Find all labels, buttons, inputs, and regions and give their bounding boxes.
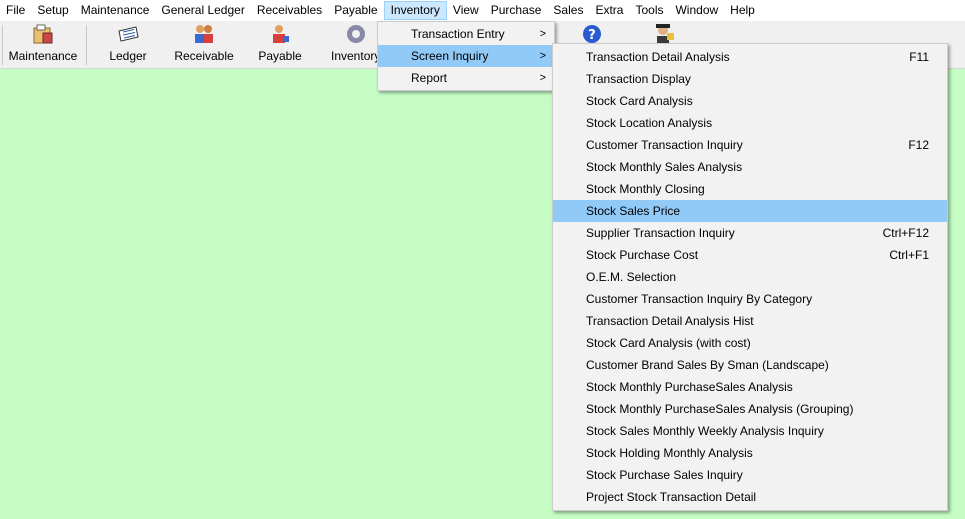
help-icon: ? xyxy=(580,23,604,45)
menu-item-stock-monthly-purchasesales-analysis[interactable]: Stock Monthly PurchaseSales Analysis xyxy=(553,376,947,398)
receivable-icon xyxy=(192,23,216,45)
menu-item-label: Stock Card Analysis xyxy=(586,94,693,108)
menu-item-label: Customer Brand Sales By Sman (Landscape) xyxy=(586,358,829,372)
menu-item-label: Stock Sales Monthly Weekly Analysis Inqu… xyxy=(586,424,824,438)
payable-label: Payable xyxy=(258,49,302,63)
menu-item-label: Stock Monthly Closing xyxy=(586,182,705,196)
menu-item-transaction-entry[interactable]: Transaction Entry > xyxy=(378,23,554,45)
menu-item-customer-transaction-inquiry-by-category[interactable]: Customer Transaction Inquiry By Category xyxy=(553,288,947,310)
menu-item-label: Report xyxy=(411,71,448,85)
payable-icon xyxy=(268,23,292,45)
ledger-button[interactable]: Ledger xyxy=(104,23,152,67)
menu-file[interactable]: File xyxy=(0,1,31,20)
menu-item-report[interactable]: Report > xyxy=(378,67,554,89)
menu-item-customer-brand-sales-by-sman-landscape[interactable]: Customer Brand Sales By Sman (Landscape) xyxy=(553,354,947,376)
menu-item-label: Screen Inquiry xyxy=(411,49,489,63)
menu-item-stock-card-analysis-with-cost[interactable]: Stock Card Analysis (with cost) xyxy=(553,332,947,354)
toolbar-separator xyxy=(86,25,87,65)
menu-item-label: Customer Transaction Inquiry xyxy=(586,138,743,152)
menu-item-project-stock-transaction-detail[interactable]: Project Stock Transaction Detail xyxy=(553,486,947,508)
menu-item-label: Stock Card Analysis (with cost) xyxy=(586,336,751,350)
screen-inquiry-submenu: Transaction Detail Analysis F11 Transactio… xyxy=(552,43,948,511)
payable-button[interactable]: Payable xyxy=(254,23,306,67)
menu-help[interactable]: Help xyxy=(724,1,761,20)
ledger-icon xyxy=(116,23,140,45)
inventory-dropdown: Transaction Entry > Screen Inquiry > Rep… xyxy=(377,21,555,91)
menu-bar: File Setup Maintenance General Ledger Re… xyxy=(0,0,965,21)
chevron-right-icon: > xyxy=(539,50,546,62)
menu-item-label: Stock Purchase Sales Inquiry xyxy=(586,468,743,482)
menu-item-transaction-detail-analysis-hist[interactable]: Transaction Detail Analysis Hist xyxy=(553,310,947,332)
menu-item-label: Stock Purchase Cost xyxy=(586,248,699,262)
menu-item-screen-inquiry[interactable]: Screen Inquiry > xyxy=(378,45,554,67)
user-icon xyxy=(652,23,676,45)
menu-item-shortcut: F12 xyxy=(908,138,929,152)
menu-item-shortcut: F11 xyxy=(909,50,929,64)
menu-item-shortcut: Ctrl+F12 xyxy=(882,226,929,240)
chevron-right-icon: > xyxy=(539,72,546,84)
menu-item-label: Stock Monthly PurchaseSales Analysis (Gr… xyxy=(586,402,854,416)
menu-view[interactable]: View xyxy=(447,1,485,20)
menu-setup[interactable]: Setup xyxy=(31,1,74,20)
chevron-right-icon: > xyxy=(539,28,546,40)
receivable-label: Receivable xyxy=(174,49,234,63)
menu-item-label: Project Stock Transaction Detail xyxy=(586,490,757,504)
menu-item-label: Stock Location Analysis xyxy=(586,116,713,130)
menu-window[interactable]: Window xyxy=(669,1,724,20)
menu-payable[interactable]: Payable xyxy=(328,1,383,20)
menu-item-stock-purchase-cost[interactable]: Stock Purchase Cost Ctrl+F1 xyxy=(553,244,947,266)
menu-item-label: Stock Monthly Sales Analysis xyxy=(586,160,743,174)
menu-purchase[interactable]: Purchase xyxy=(485,1,548,20)
menu-item-label: O.E.M. Selection xyxy=(586,270,677,284)
menu-extra[interactable]: Extra xyxy=(589,1,629,20)
menu-item-label: Transaction Detail Analysis xyxy=(586,50,730,64)
menu-item-stock-location-analysis[interactable]: Stock Location Analysis xyxy=(553,112,947,134)
svg-text:?: ? xyxy=(588,28,596,43)
inventory-button[interactable]: Inventory xyxy=(326,23,382,67)
menu-item-stock-card-analysis[interactable]: Stock Card Analysis xyxy=(553,90,947,112)
menu-item-label: Stock Holding Monthly Analysis xyxy=(586,446,753,460)
menu-item-label: Transaction Detail Analysis Hist xyxy=(586,314,754,328)
maintenance-label: Maintenance xyxy=(8,49,78,63)
maintenance-button[interactable]: Maintenance xyxy=(6,23,80,67)
toolbar-grip xyxy=(2,25,3,65)
menu-item-stock-holding-monthly-analysis[interactable]: Stock Holding Monthly Analysis xyxy=(553,442,947,464)
menu-item-shortcut: Ctrl+F1 xyxy=(889,248,929,262)
menu-item-label: Customer Transaction Inquiry By Category xyxy=(586,292,813,306)
menu-item-o-e-m-selection[interactable]: O.E.M. Selection xyxy=(553,266,947,288)
menu-item-stock-sales-price[interactable]: Stock Sales Price xyxy=(553,200,947,222)
menu-item-stock-monthly-closing[interactable]: Stock Monthly Closing xyxy=(553,178,947,200)
maintenance-icon xyxy=(31,23,55,45)
menu-item-transaction-detail-analysis[interactable]: Transaction Detail Analysis F11 xyxy=(553,46,947,68)
menu-item-label: Stock Monthly PurchaseSales Analysis xyxy=(586,380,793,394)
menu-item-customer-transaction-inquiry[interactable]: Customer Transaction Inquiry F12 xyxy=(553,134,947,156)
menu-maintenance[interactable]: Maintenance xyxy=(75,1,156,20)
menu-item-label: Supplier Transaction Inquiry xyxy=(586,226,735,240)
menu-inventory[interactable]: Inventory xyxy=(383,1,447,20)
menu-general-ledger[interactable]: General Ledger xyxy=(155,1,250,20)
gear-icon xyxy=(344,23,368,45)
menu-item-stock-sales-monthly-weekly-analysis-inquiry[interactable]: Stock Sales Monthly Weekly Analysis Inqu… xyxy=(553,420,947,442)
inventory-label: Inventory xyxy=(331,49,381,63)
menu-item-label: Stock Sales Price xyxy=(586,204,681,218)
menu-receivables[interactable]: Receivables xyxy=(251,1,328,20)
menu-tools[interactable]: Tools xyxy=(629,1,669,20)
help-button[interactable]: ? xyxy=(580,23,604,45)
receivable-button[interactable]: Receivable xyxy=(172,23,236,67)
menu-sales[interactable]: Sales xyxy=(547,1,589,20)
menu-item-label: Transaction Display xyxy=(586,72,691,86)
menu-item-label: Transaction Entry xyxy=(411,27,505,41)
menu-item-stock-monthly-purchasesales-analysis-grouping[interactable]: Stock Monthly PurchaseSales Analysis (Gr… xyxy=(553,398,947,420)
menu-item-stock-purchase-sales-inquiry[interactable]: Stock Purchase Sales Inquiry xyxy=(553,464,947,486)
menu-item-transaction-display[interactable]: Transaction Display xyxy=(553,68,947,90)
ledger-label: Ledger xyxy=(109,49,147,63)
user-button[interactable] xyxy=(652,23,676,45)
menu-item-supplier-transaction-inquiry[interactable]: Supplier Transaction Inquiry Ctrl+F12 xyxy=(553,222,947,244)
menu-item-stock-monthly-sales-analysis[interactable]: Stock Monthly Sales Analysis xyxy=(553,156,947,178)
